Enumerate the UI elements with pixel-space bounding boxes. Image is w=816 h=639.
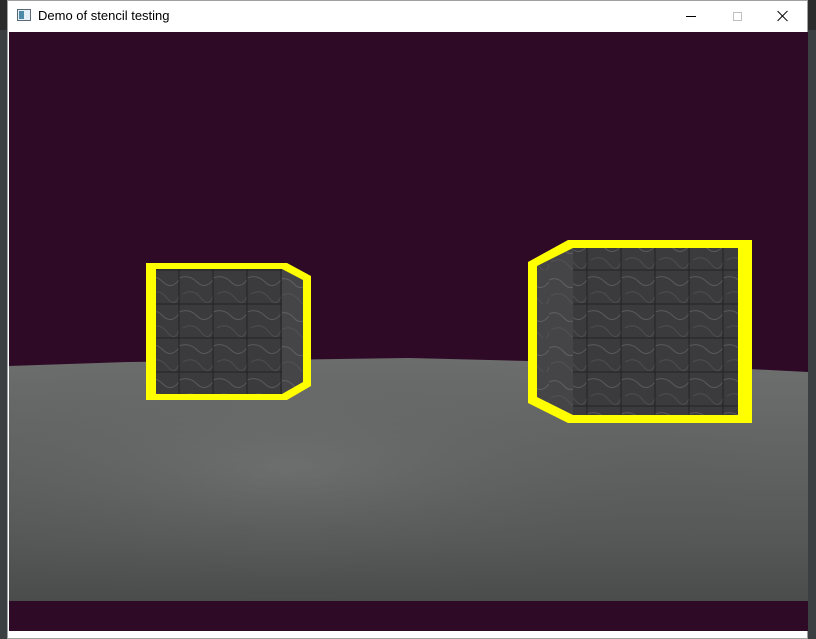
left-cube-side-face — [282, 269, 303, 394]
right-cube — [528, 240, 752, 423]
right-cube-side-face — [537, 248, 573, 415]
close-button[interactable] — [760, 1, 806, 31]
gl-viewport[interactable] — [9, 32, 808, 631]
left-cube-front-face — [156, 269, 282, 394]
demo-window: Demo of stencil testing — [7, 0, 808, 639]
close-icon — [777, 10, 789, 22]
app-window-icon — [17, 9, 31, 21]
window-title: Demo of stencil testing — [38, 8, 170, 23]
minimize-icon — [686, 15, 696, 17]
left-cube — [146, 263, 311, 400]
scene-canvas — [9, 32, 808, 631]
maximize-button[interactable] — [714, 1, 760, 31]
minimize-button[interactable] — [668, 1, 714, 31]
bottom-clear-band — [9, 601, 808, 631]
title-bar[interactable]: Demo of stencil testing — [8, 1, 807, 31]
right-cube-front-face — [573, 248, 738, 415]
background-editor-right-edge — [807, 30, 816, 639]
maximize-icon — [732, 11, 742, 21]
